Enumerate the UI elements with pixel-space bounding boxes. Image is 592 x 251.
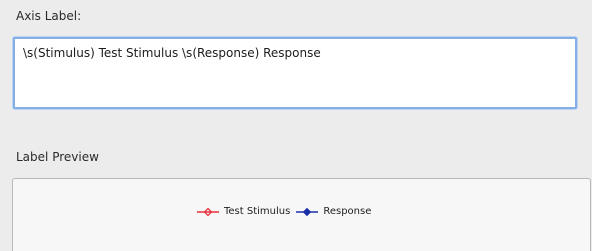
axis-label-input[interactable]: \s(Stimulus) Test Stimulus \s(Response) … [13, 37, 577, 109]
legend-label-test-stimulus: Test Stimulus [224, 206, 291, 217]
legend-label-response: Response [323, 206, 372, 217]
axis-label-panel: Axis Label: \s(Stimulus) Test Stimulus \… [0, 0, 592, 251]
legend-item-test-stimulus: Test Stimulus [197, 206, 290, 217]
legend-item-response: Response [296, 206, 371, 217]
preview-legend: Test Stimulus Response [197, 206, 377, 217]
blue-line-diamond-icon [296, 207, 319, 216]
label-preview-heading: Label Preview [16, 150, 99, 164]
axis-label-heading: Axis Label: [16, 9, 82, 23]
red-line-diamond-icon [197, 207, 219, 216]
label-preview-box: Test Stimulus Response [12, 178, 591, 251]
